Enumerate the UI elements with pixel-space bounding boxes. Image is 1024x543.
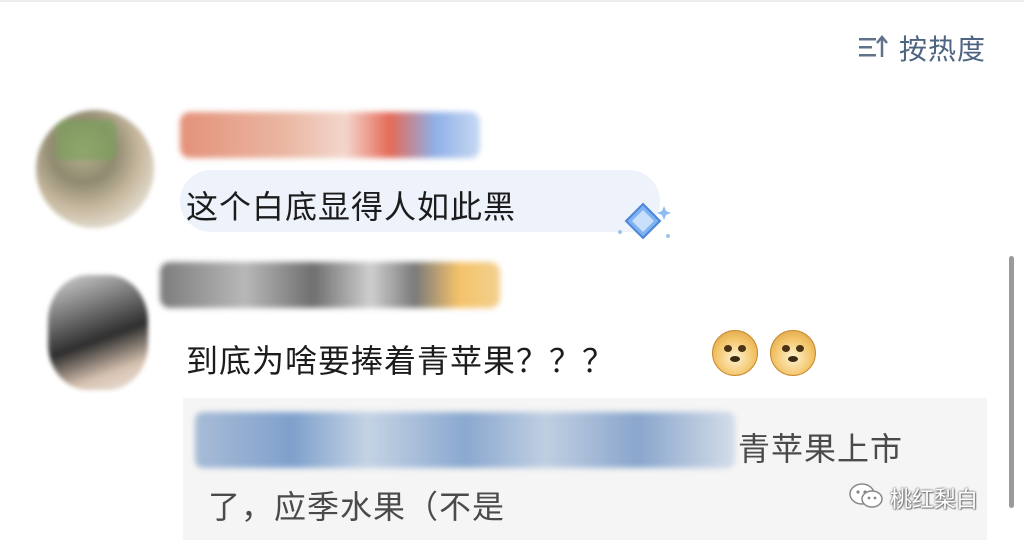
scrollbar[interactable] (1009, 256, 1014, 508)
top-divider (0, 0, 1024, 2)
watermark-label: 桃红梨白 (890, 488, 979, 513)
comment-text: 到底为啥要捧着青苹果？？？ (186, 342, 616, 380)
avatar[interactable] (48, 275, 148, 390)
sort-icon (857, 33, 889, 63)
doge-emoji-icon (712, 330, 758, 376)
comment-text: 这个白底显得人如此黑 (186, 188, 517, 226)
reply-text-line1: 青苹果上市 (738, 430, 904, 468)
diamond-badge-icon (612, 198, 674, 250)
sort-by-hot-button[interactable]: 按热度 (857, 28, 986, 68)
sort-label: 按热度 (898, 33, 986, 66)
watermark: 桃红梨白 (848, 482, 978, 514)
doge-emoji-icon (770, 330, 816, 376)
avatar[interactable] (36, 110, 154, 228)
reply-username-blurred (195, 412, 735, 468)
username-blurred[interactable] (180, 112, 480, 158)
reply-text-line2: 了，应季水果（不是 (208, 488, 506, 526)
username-blurred[interactable] (160, 262, 500, 308)
wechat-icon (848, 482, 884, 514)
